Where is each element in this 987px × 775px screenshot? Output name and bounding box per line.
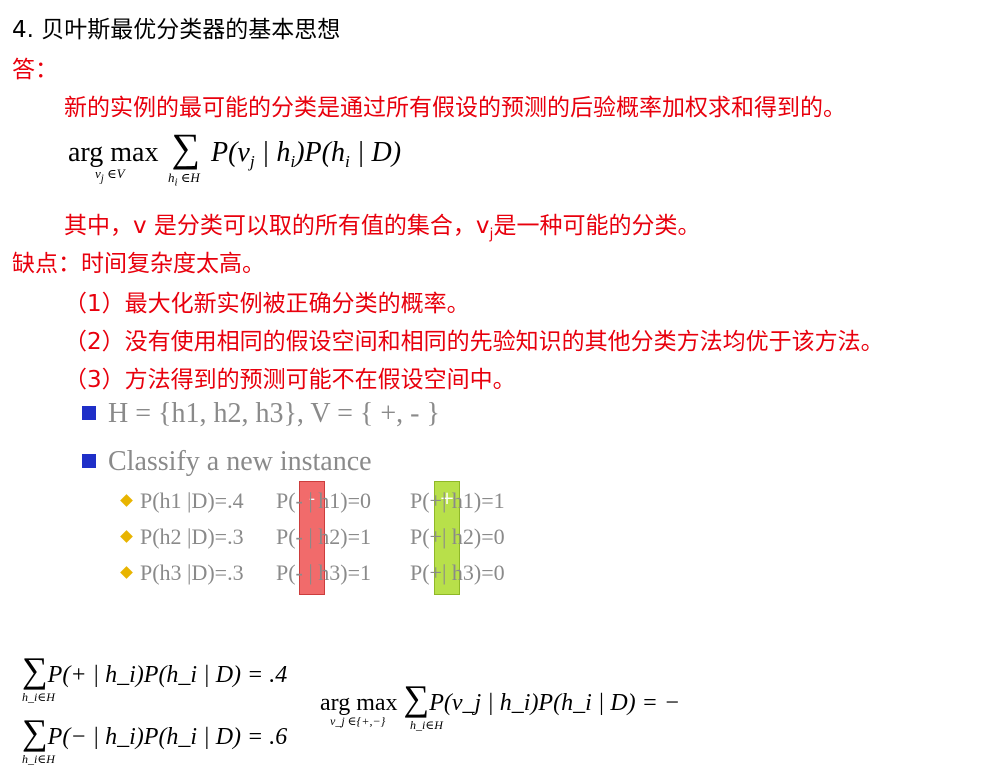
slide-row-2: P(h2 |D)=.3 bbox=[120, 524, 244, 550]
row-1-pminus: P(- | h1)=0 bbox=[276, 488, 372, 513]
drawback-label: 缺点：时间复杂度太高。 bbox=[12, 251, 265, 277]
slide-bullet-1: H = {h1, h2, h3}, V = { +, - } bbox=[82, 398, 440, 430]
argmax-sigma: ∑ bbox=[403, 678, 430, 718]
argmax-expr: P(v_j | h_i)P(h_i | D) = − bbox=[429, 690, 681, 716]
where-text-prefix: 其中，v 是分类可以取的所有值的集合，v bbox=[64, 213, 490, 239]
point-2: （2）没有使用相同的假设空间和相同的先验知识的其他分类方法均优于该方法。 bbox=[64, 329, 884, 355]
sum-minus-sub: h_i∈H bbox=[22, 752, 55, 766]
sum-minus-sigma: ∑ bbox=[22, 712, 48, 752]
argmax-word: arg max bbox=[320, 690, 398, 716]
answer-text: 新的实例的最可能的分类是通过所有假设的预测的后验概率加权求和得到的。 bbox=[64, 95, 846, 121]
diamond-bullet-icon bbox=[120, 530, 133, 543]
row-2-pplus: P(+| h2)=0 bbox=[410, 524, 505, 549]
diamond-bullet-icon bbox=[120, 494, 133, 507]
sum-minus-expr: P(− | h_i)P(h_i | D) = .6 bbox=[47, 724, 288, 750]
slide-row-3: P(h3 |D)=.3 bbox=[120, 560, 244, 586]
sum-plus-sub: h_i∈H bbox=[22, 690, 55, 704]
formula-expr: P(vj | hi)P(hi | D) bbox=[210, 137, 402, 172]
row-1-pd: P(h1 |D)=.4 bbox=[140, 488, 244, 513]
point-3: （3）方法得到的预测可能不在假设空间中。 bbox=[64, 367, 516, 393]
row-3-pplus: P(+| h3)=0 bbox=[410, 560, 505, 585]
row-3-pminus: P(- | h3)=1 bbox=[276, 560, 372, 585]
sum-plus-expr: P(+ | h_i)P(h_i | D) = .4 bbox=[47, 662, 288, 688]
sum-minus-formula: ∑P(− | h_i)P(h_i | D) = .6 bbox=[22, 714, 287, 751]
bullet-square-icon bbox=[82, 454, 96, 468]
row-3-pd: P(h3 |D)=.3 bbox=[140, 560, 244, 585]
page-heading: 4. 贝叶斯最优分类器的基本思想 bbox=[12, 17, 341, 43]
row-2-pminus: P(- | h2)=1 bbox=[276, 524, 372, 549]
sum-plus-sigma: ∑ bbox=[22, 650, 48, 690]
argmax-sub: v_j ∈{+,−} bbox=[330, 714, 386, 728]
slide-bullet-1-text: H = {h1, h2, h3}, V = { +, - } bbox=[108, 398, 440, 429]
slide-bullet-2: Classify a new instance bbox=[82, 446, 372, 478]
formula-argmax: arg max bbox=[68, 137, 159, 168]
answer-label: 答： bbox=[12, 57, 58, 83]
row-2-pd: P(h2 |D)=.3 bbox=[140, 524, 244, 549]
bullet-square-icon bbox=[82, 406, 96, 420]
diamond-bullet-icon bbox=[120, 566, 133, 579]
argmax-sum-sub: h_i∈H bbox=[410, 718, 443, 732]
formula-argmax-sub: vj ∈V bbox=[95, 166, 125, 185]
formula-sigma: ∑ bbox=[171, 125, 200, 170]
where-text-suffix: 是一种可能的分类。 bbox=[493, 213, 701, 239]
formula-sum-sub: hi ∈H bbox=[168, 170, 200, 189]
where-text: 其中，v 是分类可以取的所有值的集合，vj是一种可能的分类。 bbox=[64, 206, 700, 243]
slide-bullet-2-text: Classify a new instance bbox=[108, 446, 372, 477]
row-1-pplus: P(+| h1)=1 bbox=[410, 488, 505, 513]
slide-row-1: P(h1 |D)=.4 bbox=[120, 488, 244, 514]
argmax-formula: arg max ∑P(v_j | h_i)P(h_i | D) = − bbox=[320, 680, 680, 717]
point-1: （1）最大化新实例被正确分类的概率。 bbox=[64, 291, 470, 317]
sum-plus-formula: ∑P(+ | h_i)P(h_i | D) = .4 bbox=[22, 652, 287, 689]
